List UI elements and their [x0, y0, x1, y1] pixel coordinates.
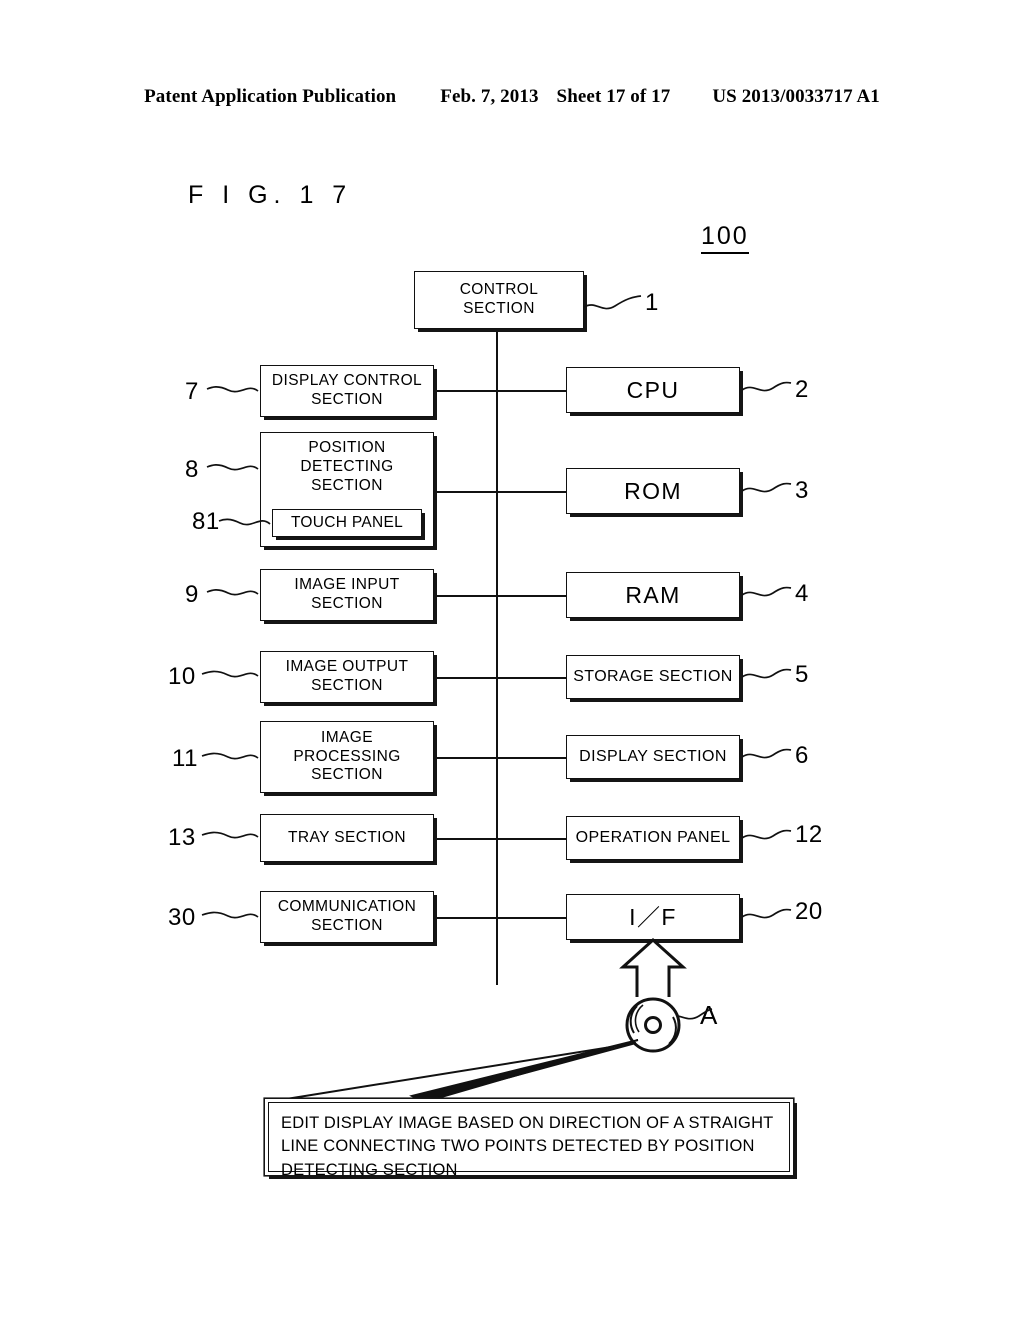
leader-line-1 [583, 295, 642, 310]
callout-pointer-thick [409, 1039, 639, 1104]
leader-line-2 [741, 381, 792, 392]
leader-line-81 [218, 518, 271, 526]
leader-line-10 [201, 670, 259, 678]
leader-line-8 [206, 464, 259, 471]
leader-line-7 [206, 386, 259, 393]
leader-line-9 [206, 589, 259, 596]
disc-icon-hub [644, 1016, 662, 1034]
leader-line-6 [741, 748, 792, 759]
leader-line-5 [741, 668, 792, 679]
callout-text-box: EDIT DISPLAY IMAGE BASED ON DIRECTION OF… [268, 1102, 790, 1179]
leader-line-3 [741, 482, 792, 493]
patent-drawing-page: Patent Application Publication Feb. 7, 2… [0, 0, 1024, 1320]
leader-line-30 [201, 911, 259, 919]
leader-line-20 [741, 908, 792, 919]
leader-line-4 [741, 586, 792, 597]
leader-line-12 [741, 829, 792, 840]
media-input-arrow [619, 937, 687, 997]
leader-line-13 [201, 831, 259, 839]
leader-line-11 [201, 752, 259, 760]
callout-text: EDIT DISPLAY IMAGE BASED ON DIRECTION OF… [281, 1114, 774, 1179]
